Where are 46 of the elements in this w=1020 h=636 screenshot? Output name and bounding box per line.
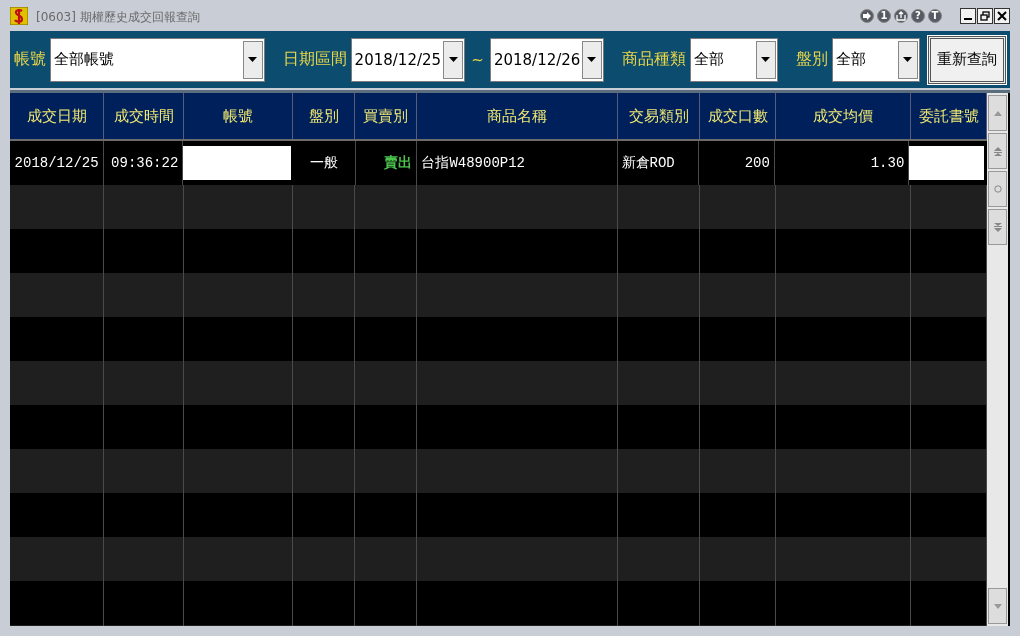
dropdown-field[interactable]: 全部 [831,37,920,82]
column-header[interactable]: 交易類別 [618,93,700,139]
title-button[interactable]: T [928,8,942,23]
caret-icon [761,57,771,62]
scroll-bottom-button[interactable] [988,209,1007,245]
down-triangle-icon [993,603,1002,609]
dropdown-field[interactable]: 全部 [689,37,778,82]
double-up-icon [993,146,1002,156]
double-down-icon [993,222,1002,232]
share-icon[interactable] [894,8,908,23]
column-header[interactable]: 商品名稱 [417,93,618,139]
column-header[interactable]: 成交時間 [104,93,184,139]
up-triangle-icon [993,110,1002,116]
minimize-icon [964,17,972,20]
caret-icon [448,57,458,62]
dropdown-field[interactable]: 2018/12/25 [350,37,466,82]
close-button[interactable] [994,7,1010,24]
column-header[interactable]: 成交均價 [776,93,911,139]
column-header[interactable]: 盤別 [293,93,355,139]
scroll-top-button[interactable] [988,133,1007,169]
column-header[interactable]: 帳號 [184,93,293,139]
circle-icon [993,185,1002,193]
minimize-button[interactable] [960,7,976,24]
title-button[interactable]: 1 [877,8,891,23]
caret-icon [587,57,597,62]
restore-button[interactable] [977,7,993,24]
query-button[interactable]: 重新查詢 [927,35,1006,84]
close-icon [997,10,1007,21]
restore-icon [980,10,990,21]
window-title: [0603] 期權歷史成交回報查詢 [36,9,201,26]
caret-icon [903,57,913,62]
column-header[interactable]: 買賣別 [355,93,417,139]
exit-arrow-icon[interactable] [860,8,874,23]
dropdown-field[interactable]: 全部帳號 [50,37,265,82]
field-label: 日期區間 [282,49,347,70]
column-header[interactable]: 成交口數 [700,93,776,139]
field-label: 商品種類 [621,49,686,70]
column-header[interactable]: 成交日期 [10,93,104,139]
table-cell: 賣出 [384,154,413,172]
range-separator: ~ [471,50,484,69]
caret-icon [248,57,258,62]
title-button[interactable]: ? [911,8,925,23]
dropdown-field[interactable]: 2018/12/26 [489,37,604,82]
app-logo-icon [10,6,28,25]
field-label: 盤別 [795,49,828,70]
field-label: 帳號 [14,49,46,70]
